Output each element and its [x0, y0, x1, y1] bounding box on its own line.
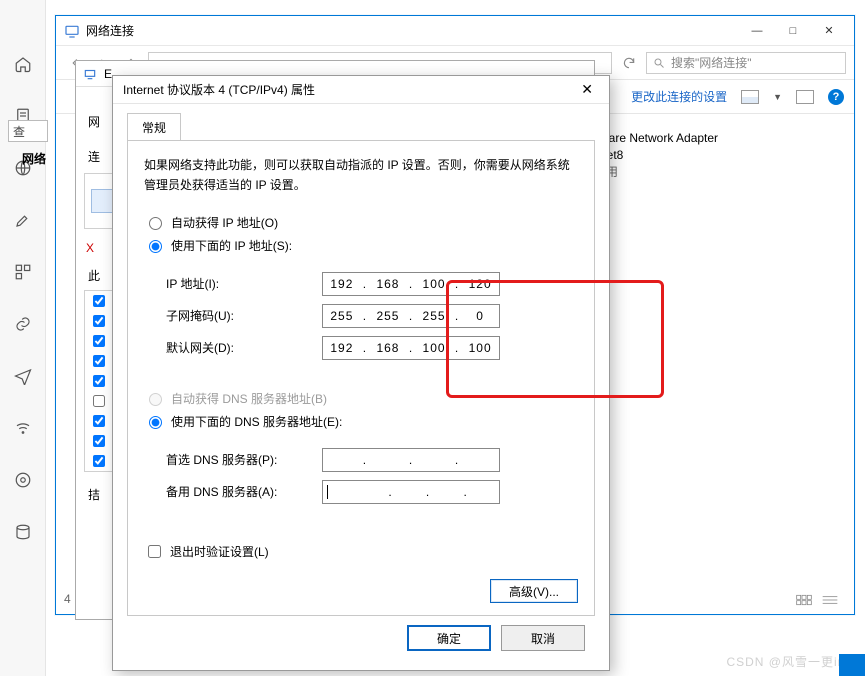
checkbox[interactable]	[93, 375, 105, 387]
cancel-button[interactable]: 取消	[501, 625, 585, 651]
search-icon	[653, 57, 665, 69]
home-icon[interactable]	[14, 55, 32, 73]
wifi-icon[interactable]	[14, 419, 32, 437]
checkbox[interactable]	[148, 545, 161, 558]
checkbox[interactable]	[93, 415, 105, 427]
gateway-input[interactable]: 192.168.100.100	[322, 336, 500, 360]
radio-input[interactable]	[149, 217, 162, 230]
data-icon[interactable]	[14, 523, 32, 541]
info-text: 如果网络支持此功能，则可以获取自动指派的 IP 设置。否则，你需要从网络系统管理…	[144, 155, 578, 196]
checkbox[interactable]	[93, 355, 105, 367]
app-sidebar	[0, 0, 46, 676]
checkbox[interactable]	[93, 435, 105, 447]
view-toggle-icon[interactable]	[741, 90, 759, 104]
ethernet-title-prefix: E	[104, 67, 112, 81]
apps-icon[interactable]	[14, 263, 32, 281]
ipv4-properties-dialog: Internet 协议版本 4 (TCP/IPv4) 属性 ✕ 常规 如果网络支…	[112, 75, 610, 671]
item-count: 4	[64, 592, 71, 606]
radio-use-ip[interactable]: 使用下面的 IP 地址(S):	[144, 237, 578, 254]
search-placeholder: 搜索"网络连接"	[671, 54, 752, 71]
checkbox[interactable]	[93, 295, 105, 307]
close-icon[interactable]: ✕	[575, 81, 599, 98]
radio-label: 自动获得 IP 地址(O)	[171, 214, 278, 231]
ok-button[interactable]: 确定	[407, 625, 491, 651]
refresh-button[interactable]	[618, 52, 640, 74]
checkbox[interactable]	[93, 455, 105, 467]
checkbox[interactable]	[93, 335, 105, 347]
radio-label: 使用下面的 DNS 服务器地址(E):	[171, 413, 342, 430]
label-mask: 子网掩码(U):	[166, 307, 322, 324]
link-icon[interactable]	[14, 315, 32, 333]
search-input-partial[interactable]: 查	[8, 120, 48, 142]
minimize-button[interactable]: —	[740, 20, 774, 42]
radio-auto-dns: 自动获得 DNS 服务器地址(B)	[144, 390, 578, 407]
checkbox[interactable]	[93, 395, 105, 407]
validate-on-exit[interactable]: 退出时验证设置(L)	[144, 542, 578, 561]
advanced-button[interactable]: 高级(V)...	[490, 579, 578, 603]
network-icon	[64, 23, 80, 39]
dns1-input[interactable]: ...	[322, 448, 500, 472]
tab-general[interactable]: 常规	[127, 113, 181, 141]
label-gateway: 默认网关(D):	[166, 339, 322, 356]
radio-input	[149, 393, 162, 406]
airplane-icon[interactable]	[14, 367, 32, 385]
network-heading: 网络	[22, 150, 46, 167]
watermark: CSDN @风雪一更ing	[726, 653, 853, 670]
label-dns2: 备用 DNS 服务器(A):	[166, 483, 322, 500]
ip-address-input[interactable]: 192.168.100.120	[322, 272, 500, 296]
search-box[interactable]: 搜索"网络连接"	[646, 52, 846, 74]
dns2-input[interactable]: ...	[322, 480, 500, 504]
personalize-icon[interactable]	[14, 211, 32, 229]
window-titlebar: 网络连接 — □ ✕	[56, 16, 854, 46]
close-button[interactable]: ✕	[812, 20, 846, 42]
tab-panel-general: 如果网络支持此功能，则可以获取自动指派的 IP 设置。否则，你需要从网络系统管理…	[127, 140, 595, 616]
taskbar-fragment	[839, 654, 865, 676]
window-title: 网络连接	[86, 22, 134, 39]
ethernet-icon	[82, 66, 98, 82]
help-icon[interactable]: ?	[828, 89, 844, 105]
vpn-icon[interactable]	[14, 471, 32, 489]
checkbox-label: 退出时验证设置(L)	[170, 543, 269, 560]
radio-auto-ip[interactable]: 自动获得 IP 地址(O)	[144, 214, 578, 231]
radio-use-dns[interactable]: 使用下面的 DNS 服务器地址(E):	[144, 413, 578, 430]
radio-input[interactable]	[149, 240, 162, 253]
change-settings-link[interactable]: 更改此连接的设置	[631, 88, 727, 105]
dialog-titlebar: Internet 协议版本 4 (TCP/IPv4) 属性 ✕	[113, 76, 609, 104]
dialog-title: Internet 协议版本 4 (TCP/IPv4) 属性	[123, 81, 315, 98]
label-ip: IP 地址(I):	[166, 275, 322, 292]
radio-label: 使用下面的 IP 地址(S):	[171, 237, 292, 254]
view-mode-icons[interactable]	[796, 594, 838, 606]
chevron-down-icon[interactable]: ▼	[773, 92, 782, 102]
label-dns1: 首选 DNS 服务器(P):	[166, 451, 322, 468]
radio-input[interactable]	[149, 416, 162, 429]
checkbox[interactable]	[93, 315, 105, 327]
details-view-icon[interactable]	[796, 90, 814, 104]
subnet-mask-input[interactable]: 255.255.255.0	[322, 304, 500, 328]
radio-label: 自动获得 DNS 服务器地址(B)	[171, 390, 327, 407]
maximize-button[interactable]: □	[776, 20, 810, 42]
